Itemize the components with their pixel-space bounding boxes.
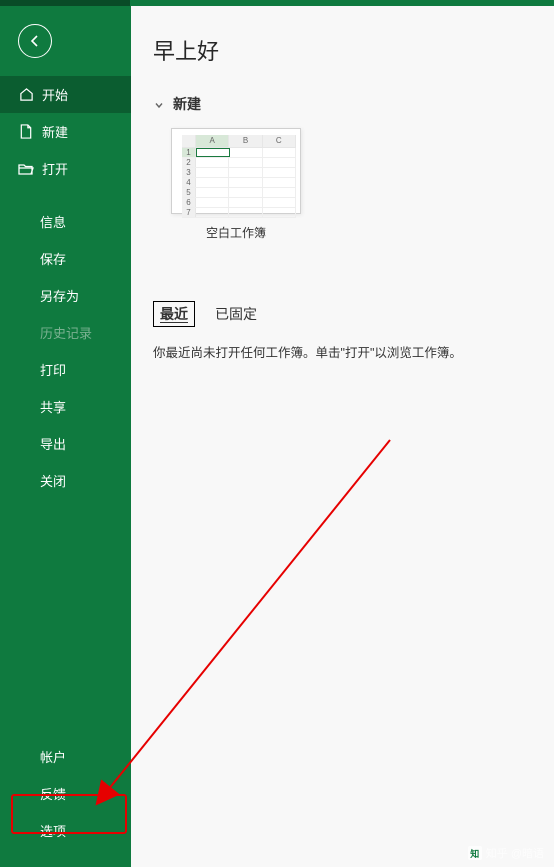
main-content: 早上好 新建 A B C 1 2 3 4 [131, 6, 554, 867]
sidebar-item-options[interactable]: 选项 [0, 812, 131, 849]
sidebar-item-label: 反馈 [40, 784, 66, 803]
greeting-title: 早上好 [153, 34, 532, 66]
sidebar-item-info[interactable]: 信息 [0, 203, 131, 240]
sidebar-item-new[interactable]: 新建 [0, 113, 131, 150]
sidebar-item-home[interactable]: 开始 [0, 76, 131, 113]
sidebar-item-open[interactable]: 打开 [0, 150, 131, 187]
sidebar-item-label: 信息 [40, 212, 66, 231]
sidebar-item-label: 导出 [40, 434, 66, 453]
home-icon [18, 87, 34, 103]
sidebar-item-label: 帐户 [40, 747, 66, 766]
sidebar-item-label: 新建 [42, 122, 68, 141]
sidebar-item-history: 历史记录 [0, 314, 131, 351]
sidebar-item-print[interactable]: 打印 [0, 351, 131, 388]
template-thumbnail: A B C 1 2 3 4 5 6 7 [171, 128, 301, 214]
folder-open-icon [18, 161, 34, 177]
sidebar-item-label: 打开 [42, 159, 68, 178]
backstage-sidebar: 开始 新建 打开 信息 保存 另存为 历史记录 打印 共享 导出 [0, 6, 131, 867]
sidebar-item-close[interactable]: 关闭 [0, 462, 131, 499]
sidebar-item-label: 保存 [40, 249, 66, 268]
sidebar-item-label: 开始 [42, 85, 68, 104]
tab-pinned[interactable]: 已固定 [215, 302, 257, 326]
section-new-title: 新建 [173, 94, 201, 114]
sidebar-item-label: 打印 [40, 360, 66, 379]
arrow-left-icon [27, 33, 43, 49]
watermark-text: 知乎 @暗语 [486, 845, 544, 861]
sidebar-item-label: 关闭 [40, 471, 66, 490]
sidebar-item-feedback[interactable]: 反馈 [0, 775, 131, 812]
tab-recent[interactable]: 最近 [153, 301, 195, 327]
template-blank-workbook[interactable]: A B C 1 2 3 4 5 6 7 空白工作簿 [171, 128, 301, 241]
section-new-header[interactable]: 新建 [153, 94, 532, 114]
file-icon [18, 124, 34, 140]
back-button[interactable] [18, 24, 52, 58]
sidebar-item-share[interactable]: 共享 [0, 388, 131, 425]
sidebar-item-label: 另存为 [40, 286, 79, 305]
recent-tabs: 最近 已固定 [153, 301, 532, 327]
sidebar-item-saveas[interactable]: 另存为 [0, 277, 131, 314]
sidebar-item-label: 共享 [40, 397, 66, 416]
sidebar-item-save[interactable]: 保存 [0, 240, 131, 277]
chevron-down-icon [153, 98, 165, 110]
sidebar-item-label: 历史记录 [40, 323, 92, 342]
template-label: 空白工作簿 [171, 224, 301, 241]
sidebar-item-label: 选项 [40, 821, 66, 840]
sidebar-item-account[interactable]: 帐户 [0, 738, 131, 775]
sidebar-item-export[interactable]: 导出 [0, 425, 131, 462]
watermark: 知 知乎 @暗语 [468, 845, 544, 861]
recent-empty-message: 你最近尚未打开任何工作簿。单击"打开"以浏览工作簿。 [153, 343, 532, 363]
zhihu-icon: 知 [468, 846, 482, 860]
